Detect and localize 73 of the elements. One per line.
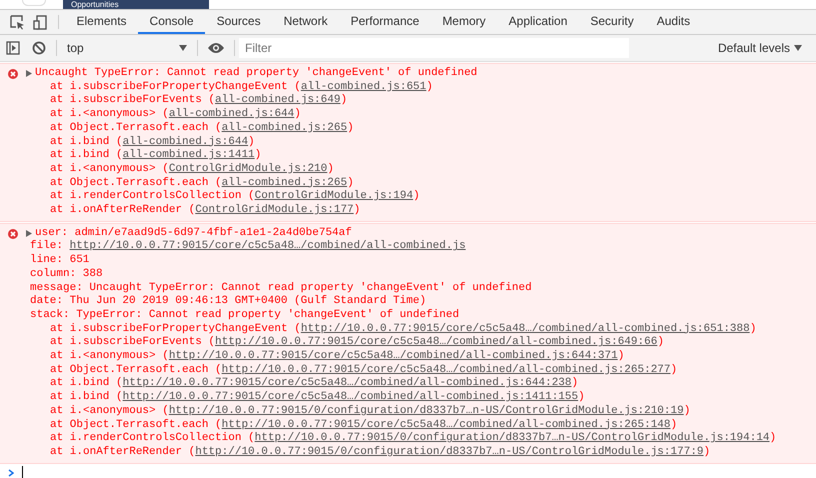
inspect-icon[interactable] bbox=[10, 14, 25, 30]
device-toolbar-icon[interactable] bbox=[33, 14, 48, 30]
filter-field[interactable]: Filter bbox=[239, 38, 629, 58]
source-link[interactable]: http://10.0.0.77:9015/core/c5c5a48…/combined/all-combined.js:651:388 bbox=[300, 322, 750, 335]
expand-arrow-icon[interactable] bbox=[26, 70, 32, 78]
stack-frame: at i.bind (all-combined.js:644) bbox=[0, 136, 816, 150]
panel-tab[interactable]: Network bbox=[272, 10, 340, 34]
error-icon bbox=[8, 68, 18, 79]
source-link[interactable]: http://10.0.0.77:9015/0/configuration/d8337b7…n-US/ControlGridModule.js:210:19 bbox=[168, 404, 684, 417]
source-link[interactable]: all-combined.js:644 bbox=[122, 136, 248, 148]
expand-arrow-icon[interactable] bbox=[26, 230, 32, 238]
source-link[interactable]: all-combined.js:265 bbox=[222, 122, 348, 134]
clear-console-icon[interactable] bbox=[32, 41, 46, 55]
panel-tab[interactable]: Security bbox=[578, 10, 646, 34]
source-link[interactable]: all-combined.js:644 bbox=[168, 108, 294, 120]
caret-icon bbox=[794, 45, 802, 51]
stack-frame: at i.renderControlsCollection (http://10.0.0.77:9015/0/configuration/d8337b7…n-US/ControlGridModule.js:194:14) bbox=[0, 432, 816, 446]
panel-tab[interactable]: Elements bbox=[65, 10, 138, 34]
source-link[interactable]: http://10.0.0.77:9015/0/configuration/d8337b7…n-US/ControlGridModule.js:194:14 bbox=[254, 432, 770, 444]
stack-frame: at i.<anonymous> (http://10.0.0.77:9015/0/configuration/d8337b7…n-US/ControlGridModule.js:210:19) bbox=[0, 404, 816, 419]
context-dropdown[interactable]: top bbox=[61, 37, 193, 59]
stack-frame: at i.<anonymous> (all-combined.js:644) bbox=[0, 108, 816, 122]
stack-frame: at i.subscribeForPropertyChangeEvent (http://10.0.0.77:9015/core/c5c5a48…/combined/all-combined.js:651:388) bbox=[0, 322, 816, 336]
panel-tab[interactable]: Memory bbox=[430, 10, 498, 34]
source-link[interactable]: http://10.0.0.77:9015/core/c5c5a48…/combined/all-combined.js:265:277 bbox=[222, 364, 671, 376]
panel-tab[interactable]: Performance bbox=[339, 10, 431, 34]
panel-tab[interactable]: Audits bbox=[645, 10, 702, 34]
stack-frame: at Object.Terrasoft.each (http://10.0.0.77:9015/core/c5c5a48…/combined/all-combined.js:265:277) bbox=[0, 364, 816, 378]
stack-frame: at Object.Terrasoft.each (all-combined.js:265) bbox=[0, 122, 816, 136]
stack-frame: at i.onAfterReRender (http://10.0.0.77:9015/0/configuration/d8337b7…n-US/ControlGridModule.js:177:9) bbox=[0, 446, 816, 460]
source-link[interactable]: all-combined.js:265 bbox=[222, 176, 348, 189]
sidebar-toggle-icon[interactable] bbox=[6, 41, 20, 55]
stack-frame: at i.onAfterReRender (ControlGridModule.js:177) bbox=[0, 204, 816, 218]
message-property: date: Thu Jun 20 2019 09:46:13 GMT+0400 (Gulf Standard Time) bbox=[29, 295, 428, 309]
eye-icon[interactable] bbox=[208, 42, 224, 54]
source-link[interactable]: http://10.0.0.77:9015/core/c5c5a48…/combined/all-combined.js:265:148 bbox=[222, 418, 671, 431]
stack-frame: at i.<anonymous> (ControlGridModule.js:210) bbox=[0, 162, 816, 177]
source-link[interactable]: http://10.0.0.77:9015/core/c5c5a48…/combined/all-combined.js:644:371 bbox=[168, 350, 618, 362]
message-property: message: Uncaught TypeError: Cannot read property 'changeEvent' of undefined bbox=[29, 282, 533, 295]
stack-frame: at i.<anonymous> (http://10.0.0.77:9015/core/c5c5a48…/combined/all-combined.js:644:371) bbox=[0, 350, 816, 364]
panel-tab[interactable]: Application bbox=[497, 10, 579, 34]
source-link[interactable]: ControlGridModule.js:210 bbox=[168, 162, 328, 175]
source-link[interactable]: ControlGridModule.js:194 bbox=[254, 190, 414, 202]
source-link[interactable]: http://10.0.0.77:9015/core/c5c5a48…/combined/all-combined.js bbox=[70, 240, 466, 252]
source-link[interactable]: ControlGridModule.js:177 bbox=[195, 204, 354, 216]
source-link[interactable]: http://10.0.0.77:9015/core/c5c5a48…/combined/all-combined.js:1411:155 bbox=[122, 391, 578, 404]
source-link[interactable]: all-combined.js:651 bbox=[300, 80, 426, 93]
stack-frame: at Object.Terrasoft.each (http://10.0.0.77:9015/core/c5c5a48…/combined/all-combined.js:265:148) bbox=[0, 418, 816, 432]
caret-icon bbox=[179, 45, 187, 51]
stack-frame: at i.subscribeForEvents (http://10.0.0.77:9015/core/c5c5a48…/combined/all-combined.js:649:66) bbox=[0, 336, 816, 350]
stack-frame: at i.bind (http://10.0.0.77:9015/core/c5c5a48…/combined/all-combined.js:1411:155) bbox=[0, 391, 816, 405]
log-levels-dropdown[interactable]: Default levels bbox=[712, 40, 808, 56]
prompt-chevron-icon bbox=[8, 468, 14, 477]
message-text: Uncaught TypeError: Cannot read property 'changeEvent' of undefined bbox=[35, 67, 478, 81]
message-text: user: admin/e7aad9d5-6d97-4fbf-a1e1-2a4d0be754af bbox=[35, 226, 352, 240]
stack-frame: at i.bind (http://10.0.0.77:9015/core/c5c5a48…/combined/all-combined.js:644:238) bbox=[0, 377, 816, 392]
stack-frame: at i.renderControlsCollection (ControlGridModule.js:194) bbox=[0, 190, 816, 204]
error-icon bbox=[8, 228, 18, 239]
stack-frame: at i.bind (all-combined.js:1411) bbox=[0, 149, 816, 163]
message-property: line: 651 bbox=[29, 254, 90, 268]
panel-tab[interactable]: Sources bbox=[205, 10, 272, 34]
page-header-title: Opportunities bbox=[63, 0, 209, 9]
message-property: column: 388 bbox=[29, 268, 104, 282]
source-link[interactable]: http://10.0.0.77:9015/0/configuration/d8337b7…n-US/ControlGridModule.js:177:9 bbox=[195, 446, 704, 458]
message-property: stack: TypeError: Cannot read property 'changeEvent' of undefined bbox=[29, 308, 460, 323]
source-link[interactable]: all-combined.js:649 bbox=[215, 94, 340, 106]
stack-frame: at i.subscribeForPropertyChangeEvent (all-combined.js:651) bbox=[0, 80, 816, 94]
source-link[interactable]: http://10.0.0.77:9015/core/c5c5a48…/combined/all-combined.js:649:66 bbox=[215, 336, 658, 348]
stack-frame: at i.subscribeForEvents (all-combined.js:649) bbox=[0, 94, 816, 108]
stack-frame: at Object.Terrasoft.each (all-combined.js:265) bbox=[0, 176, 816, 190]
message-property: file: http://10.0.0.77:9015/core/c5c5a48…/combined/all-combined.js bbox=[29, 240, 467, 254]
source-link[interactable]: http://10.0.0.77:9015/core/c5c5a48…/combined/all-combined.js:644:238 bbox=[122, 377, 572, 390]
source-link[interactable]: all-combined.js:1411 bbox=[122, 149, 255, 162]
